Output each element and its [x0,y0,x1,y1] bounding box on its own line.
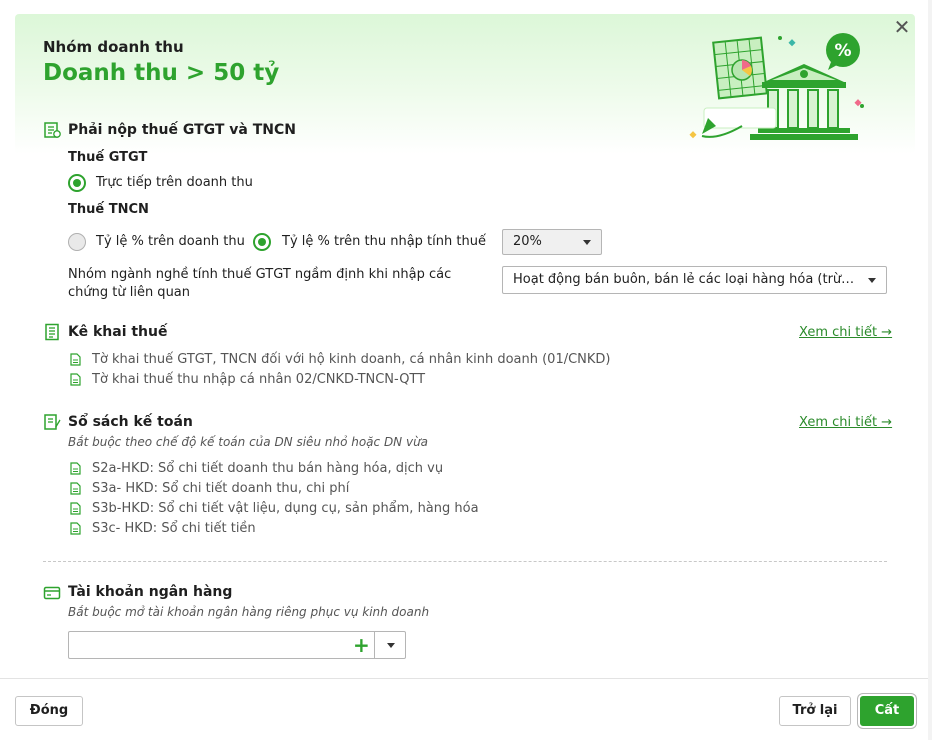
back-button[interactable]: Trở lại [779,696,851,726]
document-list-icon [45,323,59,341]
accounting-item: S3c- HKD: Sổ chi tiết tiền [92,521,256,536]
dialog-eyebrow: Nhóm doanh thu [43,38,184,56]
accounting-detail-link[interactable]: Xem chi tiết → [799,415,892,430]
chevron-down-icon [583,240,591,245]
vat-direct-radio[interactable] [68,174,86,192]
bank-note: Bắt buộc mở tài khoản ngân hàng riêng ph… [68,605,430,619]
vat-label: Thuế GTGT [68,150,148,165]
file-icon [70,462,81,475]
file-icon [70,353,81,366]
combo-separator [374,632,375,658]
chevron-down-icon[interactable] [387,643,395,648]
tax-section-title: Phải nộp thuế GTGT và TNCN [68,122,296,138]
file-icon [70,373,81,386]
pit-taxable-income-label: Tỷ lệ % trên thu nhập tính thuế [282,234,486,249]
bank-section-title: Tài khoản ngân hàng [68,584,233,600]
file-icon [70,502,81,515]
add-bank-account-icon[interactable]: + [353,634,370,656]
bank-account-combo[interactable]: + [68,631,406,659]
pit-taxable-income-radio[interactable] [253,233,271,251]
save-button[interactable]: Cất [860,696,914,726]
bank-card-icon [43,586,61,600]
dialog-title: Doanh thu > 50 tỷ [43,60,280,86]
vertical-scrollbar[interactable] [928,0,932,740]
close-button[interactable]: Đóng [15,696,83,726]
declaration-item: Tờ khai thuế thu nhập cá nhân 02/CNKD-TN… [92,372,426,387]
tax-receipt-icon [44,122,61,138]
revenue-group-dialog: ✕ Nhóm doanh thu Doanh thu > 50 tỷ % Phả… [0,0,932,740]
section-divider [43,561,887,562]
declaration-detail-link[interactable]: Xem chi tiết → [799,325,892,340]
tax-rate-select[interactable]: 20% [502,229,602,255]
industry-label-line1: Nhóm ngành nghề tính thuế GTGT ngầm định… [68,267,452,282]
industry-label-line2: chứng từ liên quan [68,285,191,300]
file-icon [70,522,81,535]
footer-divider [0,678,932,679]
chevron-down-icon [868,278,876,283]
accounting-item: S3a- HKD: Sổ chi tiết doanh thu, chi phí [92,481,350,496]
accounting-item: S3b-HKD: Sổ chi tiết vật liệu, dụng cụ, … [92,501,479,516]
industry-value: Hoạt động bán buôn, bán lẻ các loại hàng… [513,272,858,287]
file-icon [70,482,81,495]
ledger-book-icon [44,414,61,430]
declaration-section-title: Kê khai thuế [68,324,168,340]
svg-text:%: % [834,41,851,61]
declaration-item: Tờ khai thuế GTGT, TNCN đối với hộ kinh … [92,352,611,367]
pit-label: Thuế TNCN [68,202,149,217]
vat-direct-label: Trực tiếp trên doanh thu [96,175,253,190]
industry-select[interactable]: Hoạt động bán buôn, bán lẻ các loại hàng… [502,266,887,294]
close-icon[interactable]: ✕ [892,17,912,37]
accounting-item: S2a-HKD: Sổ chi tiết doanh thu bán hàng … [92,461,444,476]
accounting-note: Bắt buộc theo chế độ kế toán của DN siêu… [68,435,429,449]
accounting-section-title: Sổ sách kế toán [68,414,193,430]
pit-revenue-radio[interactable] [68,233,86,251]
pit-revenue-label: Tỷ lệ % trên doanh thu [96,234,245,249]
tax-bank-illustration-icon: % [689,33,864,140]
